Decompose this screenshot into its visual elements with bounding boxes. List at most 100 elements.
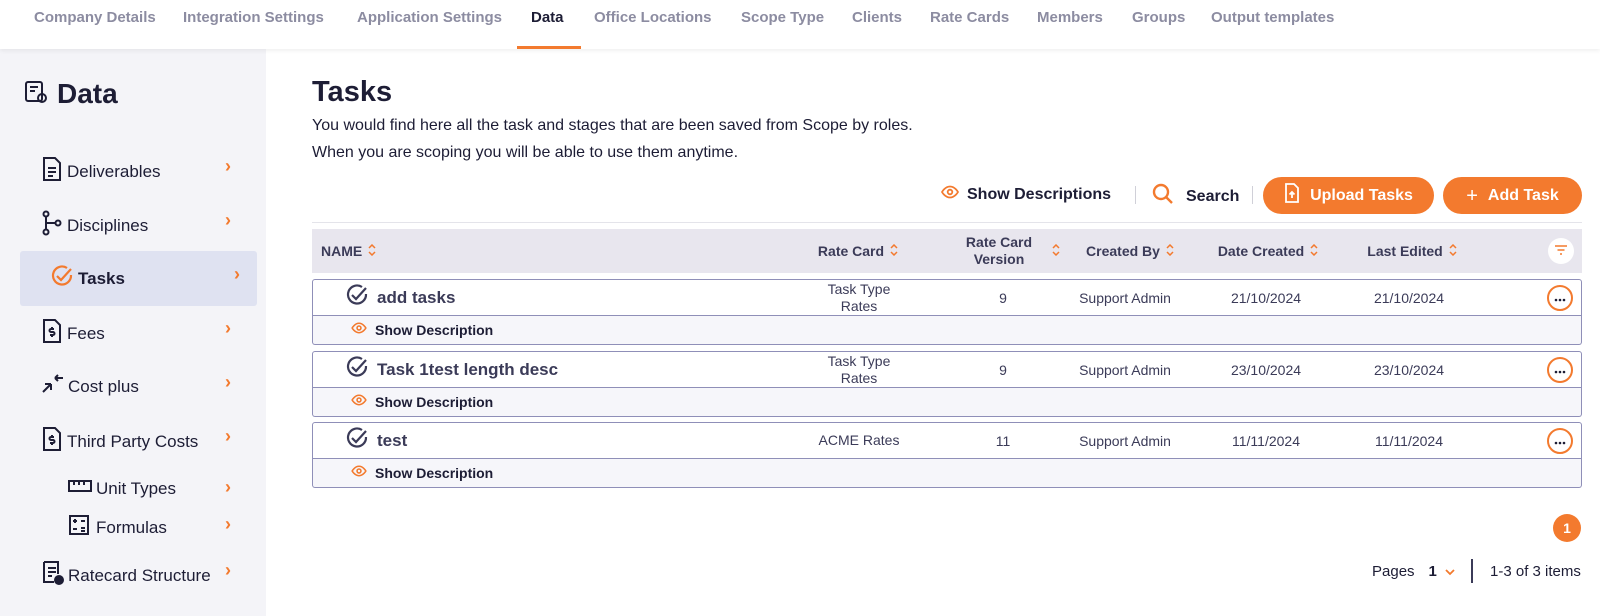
sort-icon	[1310, 243, 1318, 259]
rate-card-text: Rates	[840, 297, 878, 314]
rate-card-text: Rates	[840, 369, 878, 386]
sidebar-title: Data	[23, 78, 118, 110]
chevron-down-icon	[1445, 563, 1455, 580]
rate-card-text: Task Type	[827, 352, 891, 369]
sidebar-item-label: Deliverables	[67, 161, 161, 181]
show-description-toggle[interactable]: Show Description	[312, 316, 1582, 345]
created-by-cell: Support Admin	[1079, 361, 1171, 378]
search-button[interactable]: Search	[1152, 183, 1239, 210]
task-name[interactable]: test	[345, 423, 407, 458]
rate-card-text: Task Type	[827, 280, 891, 297]
tab-groups[interactable]: Groups	[1132, 9, 1185, 26]
add-task-button[interactable]: + Add Task	[1443, 177, 1582, 214]
add-task-label: Add Task	[1487, 186, 1559, 204]
sidebar-item-deliverables[interactable]: Deliverables ›	[41, 156, 241, 187]
rate-card-text: ACME Rates	[818, 432, 900, 448]
rate-card-version-cell: 9	[999, 361, 1007, 378]
task-name[interactable]: add tasks	[345, 280, 455, 315]
sidebar-item-label: Ratecard Structure	[68, 565, 211, 585]
tab-scope-type[interactable]: Scope Type	[741, 9, 824, 26]
more-options-button[interactable]	[1547, 357, 1573, 383]
pages-label: Pages	[1372, 563, 1415, 580]
task-name[interactable]: Task 1test length desc	[345, 352, 558, 387]
toolbar-divider	[312, 222, 1582, 223]
upload-tasks-button[interactable]: Upload Tasks	[1263, 177, 1434, 214]
sidebar-item-ratecard-structure[interactable]: Ratecard Structure ›	[41, 560, 241, 591]
sort-icon	[1052, 243, 1060, 259]
show-description-toggle[interactable]: Show Description	[312, 459, 1582, 488]
sidebar-item-label: Formulas	[96, 517, 167, 537]
chevron-right-icon: ›	[234, 264, 240, 284]
tab-clients[interactable]: Clients	[852, 9, 902, 26]
sidebar-item-tasks[interactable]: Tasks ›	[50, 264, 250, 293]
chevron-right-icon: ›	[225, 426, 231, 446]
pagination-separator	[1471, 559, 1473, 583]
show-description-toggle[interactable]: Show Description	[312, 388, 1582, 417]
sidebar-item-disciplines[interactable]: Disciplines ›	[41, 210, 241, 241]
last-edited-cell: 23/10/2024	[1373, 361, 1445, 378]
sidebar-item-cost-plus[interactable]: Cost plus ›	[41, 372, 241, 401]
task-name-text: test	[377, 430, 408, 450]
arrows-in-icon	[41, 372, 65, 401]
column-header-label-line: Version	[973, 251, 1025, 267]
show-descriptions-button[interactable]: Show Descriptions	[940, 185, 1111, 204]
tab-rate-cards[interactable]: Rate Cards	[930, 9, 1009, 26]
page-count-badge[interactable]: 1	[1553, 514, 1581, 542]
show-description-label: Show Description	[375, 322, 494, 338]
rate-card-cell: Task Type Rates	[799, 352, 919, 387]
dollar-document-icon	[41, 318, 63, 349]
sort-icon	[368, 243, 376, 259]
more-options-button[interactable]	[1547, 285, 1573, 311]
column-header-label: Last Edited	[1367, 243, 1443, 259]
more-options-button[interactable]	[1547, 428, 1573, 454]
table-row[interactable]: test ACME Rates 11 Support Admin 11/11/2…	[312, 422, 1582, 459]
sidebar-item-fees[interactable]: Fees ›	[41, 318, 241, 349]
eye-icon	[940, 185, 960, 204]
tab-application-settings[interactable]: Application Settings	[357, 9, 502, 26]
sidebar-item-formulas[interactable]: Formulas ›	[68, 514, 241, 541]
sort-icon	[1166, 243, 1174, 259]
column-header-label: Rate Card Version	[966, 234, 1032, 268]
sidebar-item-unit-types[interactable]: Unit Types ›	[68, 477, 241, 500]
upload-file-icon	[1284, 183, 1300, 208]
tab-office-locations[interactable]: Office Locations	[594, 9, 712, 26]
check-circle-icon	[345, 355, 369, 384]
filter-button[interactable]	[1548, 238, 1574, 264]
tab-members[interactable]: Members	[1037, 9, 1103, 26]
column-header-name[interactable]: NAME	[321, 229, 376, 273]
top-navigation: Company Details Integration Settings App…	[0, 0, 1600, 49]
pages-selector[interactable]: Pages 1	[1372, 563, 1455, 580]
sidebar-item-label: Cost plus	[68, 376, 139, 396]
eye-icon	[351, 393, 367, 411]
check-circle-icon	[50, 264, 74, 293]
active-tab-indicator	[517, 46, 581, 49]
search-label: Search	[1186, 187, 1240, 205]
tab-output-templates[interactable]: Output templates	[1211, 9, 1334, 26]
chevron-right-icon: ›	[225, 477, 231, 497]
date-created-cell: 11/11/2024	[1232, 432, 1300, 449]
column-header-last-edited[interactable]: Last Edited	[1342, 229, 1482, 273]
chevron-right-icon: ›	[225, 514, 231, 534]
sidebar-item-third-party-costs[interactable]: Third Party Costs ›	[41, 426, 241, 457]
rate-card-version-cell: 9	[999, 289, 1007, 306]
column-header-label-line: Rate Card	[965, 234, 1033, 250]
column-header-created-by[interactable]: Created By	[1060, 229, 1200, 273]
column-header-date-created[interactable]: Date Created	[1198, 229, 1338, 273]
column-header-rate-card[interactable]: Rate Card	[798, 229, 918, 273]
column-header-label: Date Created	[1217, 243, 1305, 259]
last-edited-cell: 11/11/2024	[1375, 432, 1443, 449]
filter-icon	[1554, 242, 1568, 260]
table-row[interactable]: Task 1test length desc Task Type Rates 9…	[312, 351, 1582, 388]
task-name-text: add tasks	[377, 287, 456, 307]
column-header-rate-card-version[interactable]: Rate Card Version	[948, 229, 1078, 273]
chevron-right-icon: ›	[225, 560, 231, 580]
show-description-label: Show Description	[375, 394, 494, 410]
table-row[interactable]: add tasks Task Type Rates 9 Support Admi…	[312, 279, 1582, 316]
eye-icon	[351, 464, 367, 482]
ellipsis-icon	[1554, 432, 1566, 450]
tab-company-details[interactable]: Company Details	[34, 9, 156, 26]
tab-data[interactable]: Data	[531, 9, 564, 26]
hierarchy-icon	[41, 210, 63, 241]
tab-integration-settings[interactable]: Integration Settings	[183, 9, 324, 26]
last-edited-cell: 21/10/2024	[1373, 289, 1445, 306]
